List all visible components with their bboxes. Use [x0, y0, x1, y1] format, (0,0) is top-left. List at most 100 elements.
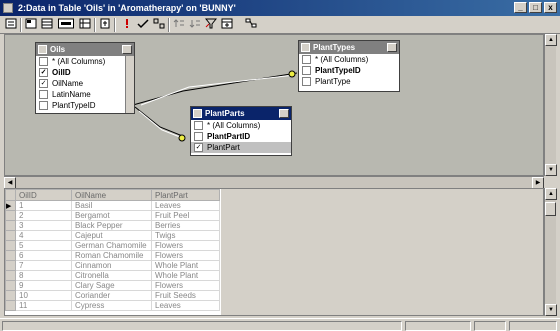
table-cell[interactable]: 9	[15, 280, 72, 291]
table-cell[interactable]: Cajeput	[71, 230, 152, 241]
table-cell[interactable]: Flowers	[151, 250, 220, 261]
table-column-item[interactable]: ✓ PlantPart	[191, 142, 291, 153]
diagram-pane[interactable]: Oils * (All Columns) ✓ OilID ✓ OilName LatinN…	[4, 34, 544, 176]
table-column-item[interactable]: * (All Columns)	[299, 54, 399, 65]
row-selector[interactable]	[5, 230, 16, 241]
column-checkbox[interactable]	[39, 90, 48, 99]
table-column-item[interactable]: ✓ OilID	[36, 67, 134, 78]
diagram-layout-icon[interactable]	[244, 18, 258, 31]
row-selector[interactable]	[5, 260, 16, 271]
diagram-vertical-scrollbar[interactable]: ▲ ▼	[544, 34, 557, 176]
row-selector[interactable]	[5, 280, 16, 291]
grid-vertical-scrollbar[interactable]: ▲ ▼	[544, 188, 557, 316]
column-checkbox[interactable]	[302, 77, 311, 86]
table-row[interactable]: 4 Cajeput Twigs	[5, 230, 220, 241]
table-cell[interactable]: Black Pepper	[71, 220, 152, 231]
table-planttypes[interactable]: PlantTypes * (All Columns) PlantTypeID Pla…	[298, 40, 400, 92]
results-table[interactable]: OilID OilName PlantPart ▶ 1 Basil Leaves 2 Be…	[5, 189, 220, 311]
column-checkbox[interactable]: ✓	[194, 143, 203, 152]
table-cell[interactable]: Berries	[151, 220, 220, 231]
maximize-button[interactable]: □	[529, 2, 542, 13]
row-selector[interactable]	[5, 210, 16, 221]
sort-asc-icon[interactable]	[172, 18, 186, 31]
column-header[interactable]: PlantPart	[151, 189, 220, 201]
table-cell[interactable]: Basil	[71, 200, 152, 211]
table-column-item[interactable]: PlantTypeID	[36, 100, 134, 111]
table-cell[interactable]: 4	[15, 230, 72, 241]
table-cell[interactable]: 5	[15, 240, 72, 251]
table-cell[interactable]: Citronella	[71, 270, 152, 281]
row-selector[interactable]	[5, 240, 16, 251]
table-cell[interactable]: Flowers	[151, 280, 220, 291]
row-selector[interactable]	[5, 220, 16, 231]
scroll-down-icon[interactable]: ▼	[545, 164, 557, 176]
column-checkbox[interactable]	[39, 57, 48, 66]
change-type-icon[interactable]	[98, 18, 112, 31]
table-cell[interactable]: Cinnamon	[71, 260, 152, 271]
table-cell[interactable]: 10	[15, 290, 72, 301]
minimize-table-button[interactable]	[122, 45, 132, 54]
minimize-table-button[interactable]	[387, 43, 397, 52]
column-checkbox[interactable]: ✓	[39, 68, 48, 77]
table-column-item[interactable]: PlantPartID	[191, 131, 291, 142]
table-cell[interactable]: 3	[15, 220, 72, 231]
grid-pane-icon[interactable]	[40, 18, 54, 31]
column-checkbox[interactable]	[302, 55, 311, 64]
table-oils[interactable]: Oils * (All Columns) ✓ OilID ✓ OilName LatinN…	[35, 42, 135, 114]
scroll-up-icon[interactable]: ▲	[545, 188, 557, 200]
add-table-icon[interactable]	[220, 18, 234, 31]
verify-sql-icon[interactable]	[136, 18, 150, 31]
table-cell[interactable]: Roman Chamomile	[71, 250, 152, 261]
table-column-item[interactable]: PlantTypeID	[299, 65, 399, 76]
table-row[interactable]: 5 German Chamomile Flowers	[5, 240, 220, 251]
table-cell[interactable]: 2	[15, 210, 72, 221]
column-checkbox[interactable]	[39, 101, 48, 110]
table-row[interactable]: 11 Cypress Leaves	[5, 300, 220, 311]
table-cell[interactable]: German Chamomile	[71, 240, 152, 251]
table-oils-title[interactable]: Oils	[36, 43, 134, 56]
minimize-button[interactable]: _	[514, 2, 527, 13]
table-cell[interactable]: Flowers	[151, 240, 220, 251]
scroll-up-icon[interactable]: ▲	[545, 34, 557, 46]
table-row[interactable]: 3 Black Pepper Berries	[5, 220, 220, 231]
table-row[interactable]: 10 Coriander Fruit Seeds	[5, 290, 220, 301]
table-plantparts-title[interactable]: PlantParts	[191, 107, 291, 120]
properties-icon[interactable]	[4, 18, 18, 31]
table-cell[interactable]: Coriander	[71, 290, 152, 301]
table-cell[interactable]: Fruit Peel	[151, 210, 220, 221]
sql-pane-icon[interactable]	[57, 18, 75, 31]
remove-filter-icon[interactable]	[204, 18, 218, 31]
table-planttypes-title[interactable]: PlantTypes	[299, 41, 399, 54]
column-checkbox[interactable]	[302, 66, 311, 75]
column-header[interactable]: OilID	[15, 189, 72, 201]
table-scrollbar[interactable]	[125, 56, 134, 113]
row-selector[interactable]	[5, 250, 16, 261]
row-selector[interactable]	[5, 270, 16, 281]
table-cell[interactable]: 7	[15, 260, 72, 271]
table-plantparts[interactable]: PlantParts * (All Columns) PlantPartID ✓ Pl…	[190, 106, 292, 156]
table-column-item[interactable]: * (All Columns)	[36, 56, 134, 67]
table-cell[interactable]: 8	[15, 270, 72, 281]
table-cell[interactable]: Cypress	[71, 300, 152, 311]
row-selector[interactable]	[5, 290, 16, 301]
table-column-item[interactable]: PlantType	[299, 76, 399, 87]
table-cell[interactable]: Clary Sage	[71, 280, 152, 291]
table-cell[interactable]: 1	[15, 200, 72, 211]
table-row[interactable]: 6 Roman Chamomile Flowers	[5, 250, 220, 261]
column-header[interactable]: OilName	[71, 189, 152, 201]
group-by-icon[interactable]	[152, 18, 166, 31]
column-checkbox[interactable]	[194, 121, 203, 130]
run-icon[interactable]	[120, 18, 134, 31]
table-column-item[interactable]: LatinName	[36, 89, 134, 100]
sort-desc-icon[interactable]	[188, 18, 202, 31]
results-grid-pane[interactable]: OilID OilName PlantPart ▶ 1 Basil Leaves 2 Be…	[4, 188, 544, 316]
table-cell[interactable]: Bergamot	[71, 210, 152, 221]
table-column-item[interactable]: * (All Columns)	[191, 120, 291, 131]
diagram-pane-icon[interactable]	[24, 18, 38, 31]
table-row[interactable]: 8 Citronella Whole Plant	[5, 270, 220, 281]
row-selector[interactable]: ▶	[5, 200, 16, 211]
table-column-item[interactable]: ✓ OilName	[36, 78, 134, 89]
table-cell[interactable]: 11	[15, 300, 72, 311]
scroll-down-icon[interactable]: ▼	[545, 304, 557, 316]
diagram-horizontal-scrollbar[interactable]: ◀ ▶	[4, 176, 544, 189]
